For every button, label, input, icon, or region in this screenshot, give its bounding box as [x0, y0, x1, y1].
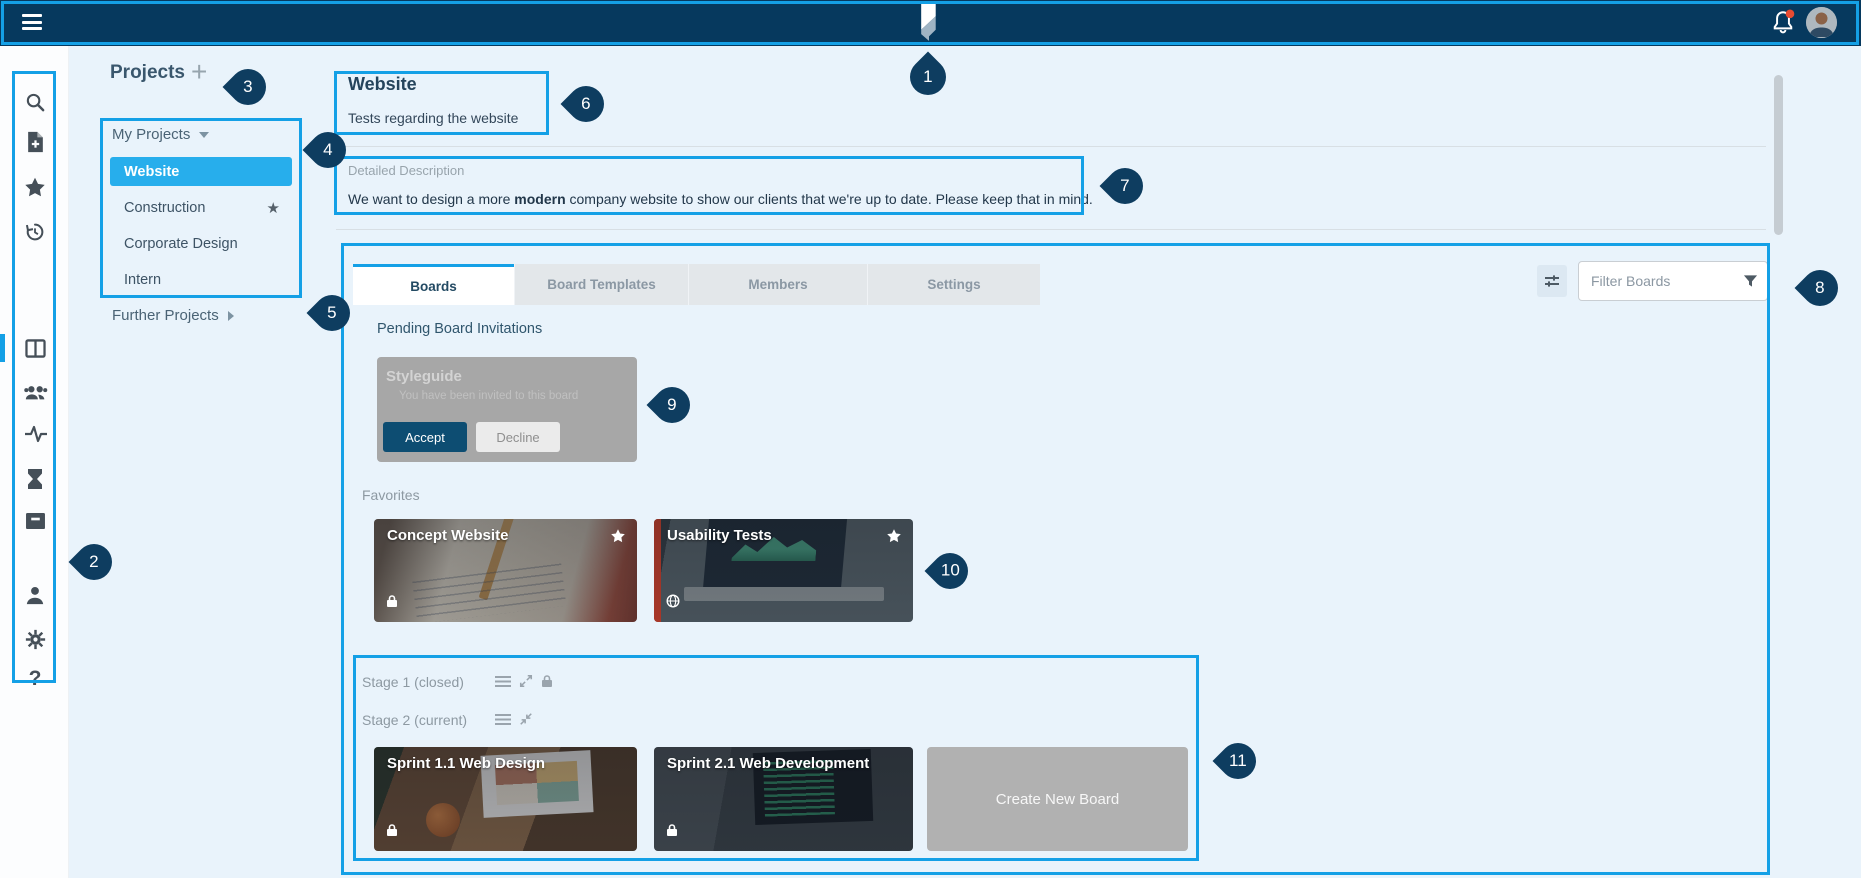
board-card-title: Sprint 2.1 Web Development: [667, 755, 869, 772]
page-subtitle: Tests regarding the website: [348, 110, 518, 126]
favorites-section-label: Favorites: [362, 487, 420, 503]
tab-boards[interactable]: Boards: [353, 264, 514, 305]
board-card-usability-tests[interactable]: Usability Tests: [654, 519, 913, 622]
stage1-controls: [495, 674, 553, 693]
my-projects-label: My Projects: [112, 126, 190, 143]
stage2-controls: [495, 712, 533, 731]
add-project-button[interactable]: +: [191, 56, 207, 88]
favorite-star-icon[interactable]: [886, 528, 902, 549]
project-item-construction[interactable]: Construction★: [110, 190, 292, 226]
private-lock-icon: [386, 823, 398, 842]
star-icon: ★: [267, 199, 280, 217]
invitation-board-title: Styleguide: [386, 368, 637, 385]
private-lock-icon: [386, 594, 398, 613]
decline-button[interactable]: Decline: [476, 422, 560, 452]
board-card-title: Concept Website: [387, 527, 508, 544]
callout-pin-9: 9: [647, 380, 698, 431]
invitation-card-styleguide: Styleguide You have been invited to this…: [377, 357, 637, 462]
sliders-icon: [1543, 272, 1561, 290]
vertical-scrollbar-thumb[interactable]: [1774, 75, 1783, 235]
project-list: Website Construction★ Corporate Design I…: [110, 157, 292, 298]
search-icon[interactable]: [24, 92, 46, 114]
project-item-website[interactable]: Website: [110, 157, 292, 186]
team-icon[interactable]: [24, 383, 46, 405]
board-card-title: Usability Tests: [667, 527, 772, 544]
filter-boards-input[interactable]: [1578, 261, 1768, 301]
page-title: Website: [348, 74, 417, 95]
my-projects-group[interactable]: My Projects: [112, 126, 209, 143]
callout-pin-11: 11: [1213, 736, 1264, 787]
callout-pin-7: 7: [1100, 161, 1151, 212]
menu-icon[interactable]: [22, 14, 42, 30]
further-projects-toggle[interactable]: Further Projects: [112, 307, 234, 324]
top-navigation-bar: [0, 0, 1861, 46]
callout-pin-2: 2: [69, 537, 120, 588]
history-icon[interactable]: [24, 221, 46, 243]
user-avatar[interactable]: [1806, 7, 1837, 38]
board-card-sprint-2-1[interactable]: Sprint 2.1 Web Development: [654, 747, 913, 851]
chevron-right-icon: [228, 311, 234, 321]
callout-pin-6: 6: [561, 79, 612, 130]
callout-pin-8: 8: [1795, 263, 1846, 314]
project-item-intern[interactable]: Intern: [110, 262, 292, 298]
stage2-label: Stage 2 (current): [362, 712, 467, 728]
callout-pin-1: 1: [903, 52, 954, 103]
description-label: Detailed Description: [348, 163, 464, 178]
new-document-icon[interactable]: [24, 131, 46, 153]
lock-icon: [541, 674, 553, 693]
notifications-bell-icon[interactable]: [1770, 9, 1796, 37]
board-card-sprint-1-1[interactable]: Sprint 1.1 Web Design: [374, 747, 637, 851]
pending-invitations-title: Pending Board Invitations: [377, 321, 542, 337]
description-text: We want to design a more modern company …: [348, 191, 1093, 207]
app-logo-icon[interactable]: [916, 4, 942, 42]
settings-gear-icon[interactable]: [24, 629, 46, 651]
board-view-icon[interactable]: [24, 339, 46, 361]
project-item-corporate-design[interactable]: Corporate Design: [110, 226, 292, 262]
create-new-board-button[interactable]: Create New Board: [927, 747, 1188, 851]
tab-settings[interactable]: Settings: [867, 264, 1040, 305]
filter-funnel-icon[interactable]: [1743, 274, 1758, 293]
tab-members[interactable]: Members: [688, 264, 867, 305]
active-section-indicator: [0, 334, 5, 362]
board-card-concept-website[interactable]: Concept Website: [374, 519, 637, 622]
accept-button[interactable]: Accept: [383, 422, 467, 452]
invitation-message: You have been invited to this board: [399, 390, 637, 402]
projects-panel-title: Projects: [110, 62, 185, 84]
icon-sidebar: ?: [0, 46, 69, 878]
expand-icon[interactable]: [519, 674, 533, 693]
private-lock-icon: [666, 823, 678, 842]
callout-pin-10: 10: [925, 546, 976, 597]
time-tracking-hourglass-icon[interactable]: [24, 468, 46, 490]
archive-icon[interactable]: [24, 512, 46, 534]
stage-list-icon[interactable]: [495, 713, 511, 731]
activity-pulse-icon[interactable]: [24, 425, 46, 447]
callout-pin-5: 5: [307, 288, 358, 339]
app-window: ? Projects + My Projects Website Constru…: [0, 0, 1861, 878]
view-options-button[interactable]: [1537, 265, 1567, 297]
public-globe-icon: [666, 594, 680, 613]
filter-boards-field: [1578, 261, 1768, 301]
callout-pin-3: 3: [223, 62, 274, 113]
account-icon[interactable]: [24, 585, 46, 607]
favorites-star-icon[interactable]: [24, 177, 46, 199]
chevron-down-icon: [199, 132, 209, 138]
divider: [336, 229, 1766, 230]
board-card-title: Sprint 1.1 Web Design: [387, 755, 545, 772]
tab-board-templates[interactable]: Board Templates: [514, 264, 688, 305]
favorite-star-icon[interactable]: [610, 528, 626, 549]
callout-pin-4: 4: [303, 125, 354, 176]
divider: [336, 146, 1766, 147]
help-icon[interactable]: ?: [24, 667, 46, 689]
stage-list-icon[interactable]: [495, 675, 511, 693]
stage1-label: Stage 1 (closed): [362, 674, 464, 690]
collapse-icon[interactable]: [519, 712, 533, 731]
